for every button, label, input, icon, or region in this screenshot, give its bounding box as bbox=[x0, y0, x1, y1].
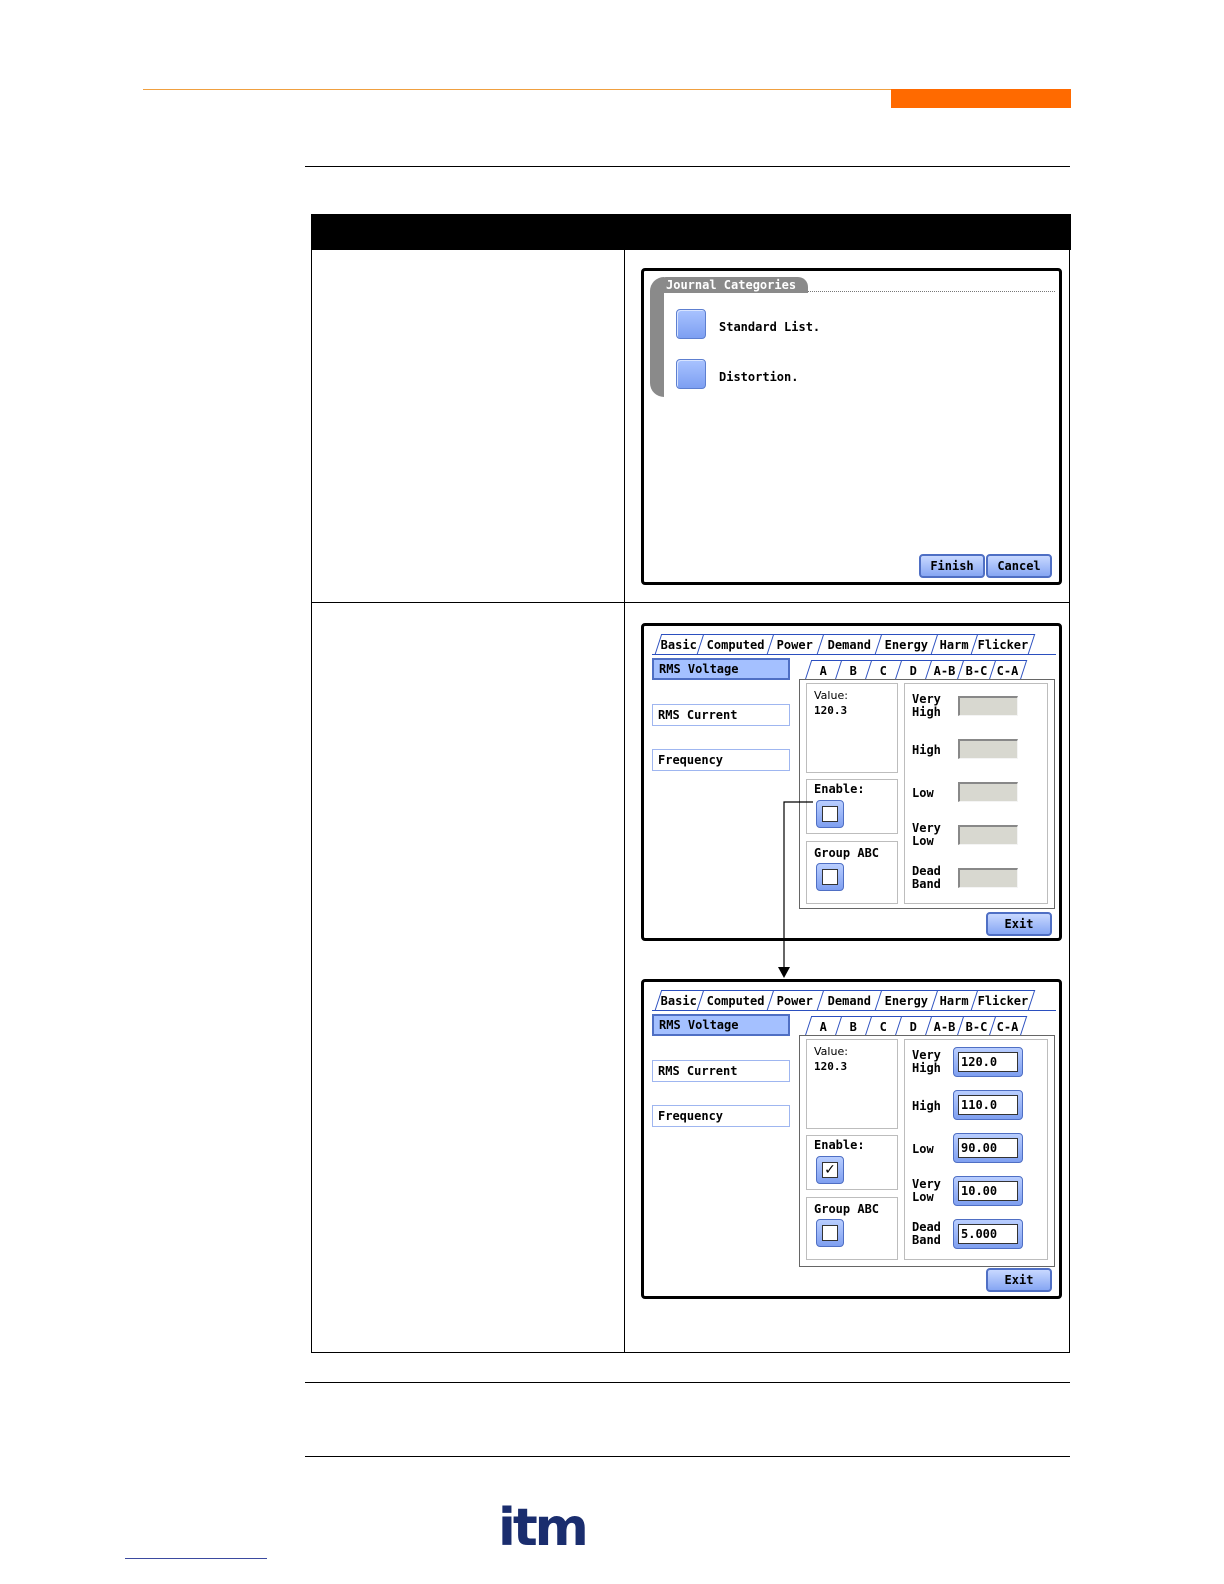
main-tabs: Basic Computed Power Demand Energy Harm … bbox=[654, 634, 1054, 656]
tab-computed[interactable]: Computed bbox=[696, 634, 774, 654]
enable-checkbox[interactable]: ✓ bbox=[816, 1156, 844, 1184]
journal-categories-screen: Journal Categories Standard List. Distor… bbox=[641, 268, 1062, 585]
footer-logo: itm bbox=[498, 1498, 589, 1558]
tab-demand[interactable]: Demand bbox=[816, 990, 882, 1010]
group-abc-label: Group ABC bbox=[814, 1202, 880, 1216]
very-low-label-2: Low bbox=[912, 834, 934, 848]
dead-band-input bbox=[958, 868, 1018, 888]
bottom-rule-1 bbox=[305, 1382, 1070, 1383]
value-box: Value: 120.3 bbox=[806, 683, 898, 773]
tab-power[interactable]: Power bbox=[766, 634, 824, 654]
group-abc-checkbox[interactable] bbox=[816, 1219, 844, 1247]
standard-list-label: Standard List. bbox=[719, 320, 821, 334]
enable-label: Enable: bbox=[814, 782, 865, 796]
low-input bbox=[958, 782, 1018, 802]
table-col-divider bbox=[624, 250, 625, 1353]
top-rule bbox=[305, 166, 1070, 167]
distortion-checkbox[interactable] bbox=[676, 359, 706, 389]
tab-flicker[interactable]: Flicker bbox=[970, 990, 1036, 1010]
value-label: Value: bbox=[814, 1045, 848, 1058]
check-mark-icon: ✓ bbox=[822, 1162, 838, 1178]
very-high-label-1: Very bbox=[912, 1048, 941, 1062]
value-readout: 120.3 bbox=[814, 1060, 848, 1073]
tab-energy[interactable]: Energy bbox=[874, 634, 938, 654]
side-item-frequency[interactable]: Frequency bbox=[652, 1105, 790, 1127]
tab-harm[interactable]: Harm bbox=[930, 990, 978, 1010]
value-label: Value: bbox=[814, 689, 848, 702]
thresholds-box: Very High 120.0 High 110.0 Low 90.00 Ver… bbox=[904, 1039, 1048, 1260]
finish-button[interactable]: Finish bbox=[919, 554, 985, 578]
side-item-rms-voltage[interactable]: RMS Voltage bbox=[652, 1014, 790, 1036]
enable-box: Enable: ✓ bbox=[806, 1135, 898, 1190]
table-row-divider bbox=[311, 602, 1070, 603]
high-label: High bbox=[912, 743, 941, 757]
side-item-rms-current[interactable]: RMS Current bbox=[652, 1060, 790, 1082]
enable-checkbox[interactable] bbox=[816, 800, 844, 828]
tab-flicker[interactable]: Flicker bbox=[970, 634, 1036, 654]
limits-panel: Value: 120.3 Enable: ✓ Group ABC Very Hi… bbox=[799, 1035, 1055, 1267]
footer-link-rule bbox=[125, 1558, 267, 1559]
distortion-label: Distortion. bbox=[719, 370, 799, 384]
tab-power[interactable]: Power bbox=[766, 990, 824, 1010]
thresholds-box: Very High High Low Very Low Dead Band bbox=[904, 683, 1048, 904]
very-low-input bbox=[958, 825, 1018, 845]
very-low-label-2: Low bbox=[912, 1190, 934, 1204]
high-label: High bbox=[912, 1099, 941, 1113]
limits-screen-after: Basic Computed Power Demand Energy Harm … bbox=[641, 979, 1062, 1299]
group-frame bbox=[650, 277, 664, 397]
cancel-button[interactable]: Cancel bbox=[986, 554, 1052, 578]
high-input bbox=[958, 739, 1018, 759]
very-high-input[interactable]: 120.0 bbox=[953, 1047, 1023, 1077]
tab-demand[interactable]: Demand bbox=[816, 634, 882, 654]
limits-screen-before: Basic Computed Power Demand Energy Harm … bbox=[641, 623, 1062, 941]
side-item-frequency[interactable]: Frequency bbox=[652, 749, 790, 771]
very-high-label-2: High bbox=[912, 1061, 941, 1075]
very-high-label-1: Very bbox=[912, 692, 941, 706]
dead-band-label-2: Band bbox=[912, 877, 941, 891]
main-tabs-underline bbox=[652, 654, 1056, 655]
value-box: Value: 120.3 bbox=[806, 1039, 898, 1129]
group-abc-label: Group ABC bbox=[814, 846, 880, 860]
tab-basic[interactable]: Basic bbox=[654, 990, 704, 1010]
limits-panel: Value: 120.3 Enable: Group ABC Very High… bbox=[799, 679, 1055, 909]
exit-button[interactable]: Exit bbox=[986, 1268, 1052, 1292]
value-readout: 120.3 bbox=[814, 704, 848, 717]
very-high-input bbox=[958, 696, 1018, 716]
low-input[interactable]: 90.00 bbox=[953, 1133, 1023, 1163]
very-low-label-1: Very bbox=[912, 1177, 941, 1191]
dead-band-label-1: Dead bbox=[912, 1220, 941, 1234]
group-box: Group ABC bbox=[806, 1197, 898, 1260]
high-input[interactable]: 110.0 bbox=[953, 1090, 1023, 1120]
exit-button[interactable]: Exit bbox=[986, 912, 1052, 936]
dead-band-input[interactable]: 5.000 bbox=[953, 1219, 1023, 1249]
low-label: Low bbox=[912, 786, 934, 800]
dead-band-label-1: Dead bbox=[912, 864, 941, 878]
very-low-input[interactable]: 10.00 bbox=[953, 1176, 1023, 1206]
tab-computed[interactable]: Computed bbox=[696, 990, 774, 1010]
phase-tab-ca[interactable]: C-A bbox=[988, 660, 1028, 680]
connector-arrow bbox=[778, 801, 813, 978]
very-high-label-2: High bbox=[912, 705, 941, 719]
phase-tab-ca[interactable]: C-A bbox=[988, 1016, 1028, 1036]
tab-basic[interactable]: Basic bbox=[654, 634, 704, 654]
bottom-rule-2 bbox=[305, 1456, 1070, 1457]
enable-label: Enable: bbox=[814, 1138, 865, 1152]
table-header bbox=[311, 214, 1071, 250]
group-dotted-line bbox=[808, 291, 1055, 292]
standard-list-checkbox[interactable] bbox=[676, 309, 706, 339]
side-item-rms-current[interactable]: RMS Current bbox=[652, 704, 790, 726]
group-title: Journal Categories bbox=[666, 278, 797, 292]
side-item-rms-voltage[interactable]: RMS Voltage bbox=[652, 658, 790, 680]
dead-band-label-2: Band bbox=[912, 1233, 941, 1247]
group-abc-checkbox[interactable] bbox=[816, 863, 844, 891]
tab-harm[interactable]: Harm bbox=[930, 634, 978, 654]
header-accent-bar bbox=[891, 89, 1071, 108]
main-tabs-underline bbox=[652, 1010, 1056, 1011]
very-low-label-1: Very bbox=[912, 821, 941, 835]
main-tabs: Basic Computed Power Demand Energy Harm … bbox=[654, 990, 1054, 1012]
tab-energy[interactable]: Energy bbox=[874, 990, 938, 1010]
low-label: Low bbox=[912, 1142, 934, 1156]
